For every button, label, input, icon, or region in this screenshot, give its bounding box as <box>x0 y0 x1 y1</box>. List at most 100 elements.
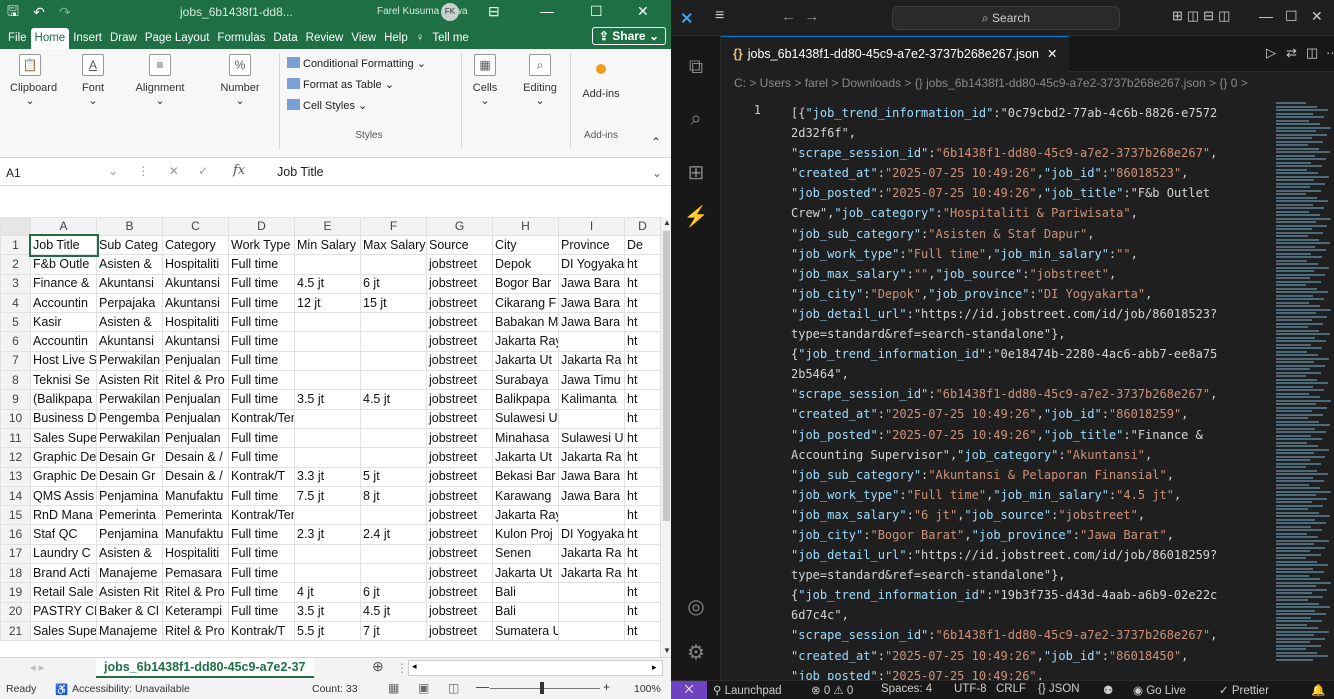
undo-icon[interactable]: ↶ <box>26 4 52 21</box>
code-line[interactable]: "job_work_type":"Full time","job_min_sal… <box>791 485 1276 505</box>
table-cell[interactable]: Full time <box>228 524 295 545</box>
scroll-right-icon[interactable]: ▸ <box>652 662 657 673</box>
editing-group[interactable]: ⌕ Editing ⌄ <box>520 54 560 107</box>
table-cell[interactable] <box>360 370 427 391</box>
table-cell[interactable]: Karawang <box>492 485 559 507</box>
cells-group[interactable]: ▦ Cells ⌄ <box>470 54 500 107</box>
cell-a1[interactable]: Job Title <box>28 233 99 257</box>
table-cell[interactable] <box>360 312 427 333</box>
table-cell[interactable] <box>360 254 427 275</box>
table-cell[interactable]: jobstreet <box>426 273 493 294</box>
table-cell[interactable]: jobstreet <box>426 582 493 603</box>
table-cell[interactable]: Jawa Bara <box>558 273 625 294</box>
table-cell[interactable]: 6 jt <box>360 582 427 603</box>
table-cell[interactable]: Akuntansi <box>96 273 163 294</box>
row-header[interactable]: 13 <box>0 466 31 487</box>
table-cell[interactable] <box>558 505 625 526</box>
table-cell[interactable]: Kontrak/Temporer <box>228 505 295 526</box>
table-cell[interactable] <box>294 408 361 429</box>
table-cell[interactable]: 2.3 jt <box>294 524 361 545</box>
status-problems[interactable]: ⊗ 0 ⚠ 0 <box>811 683 853 697</box>
menu-file[interactable]: File <box>4 28 31 49</box>
table-cell[interactable]: DI Yogyaka <box>558 524 625 545</box>
table-cell[interactable]: Full time <box>228 543 295 565</box>
table-cell[interactable] <box>294 254 361 275</box>
table-cell[interactable]: jobstreet <box>426 427 493 449</box>
status-prettier[interactable]: ✓ Prettier <box>1219 683 1269 697</box>
function-icon[interactable]: fx <box>233 163 245 178</box>
code-line[interactable]: "scrape_session_id":"6b1438f1-dd80-45c9-… <box>791 384 1276 404</box>
zoom-slider[interactable] <box>490 688 600 689</box>
table-cell[interactable]: ht <box>624 408 661 429</box>
table-cell[interactable]: 5 jt <box>360 466 427 487</box>
table-cell[interactable]: Penjualan <box>162 389 229 410</box>
table-cell[interactable]: Full time <box>228 292 295 314</box>
table-cell[interactable] <box>294 447 361 468</box>
table-cell[interactable] <box>360 350 427 372</box>
table-cell[interactable] <box>294 505 361 526</box>
compare-icon[interactable]: ⇄ <box>1286 45 1297 61</box>
table-cell[interactable]: Asisten & <box>96 254 163 275</box>
table-cell[interactable]: Full time <box>228 273 295 294</box>
table-cell[interactable]: City <box>492 234 559 256</box>
run-debug-icon[interactable]: ⚡ <box>683 204 709 230</box>
formula-bar-controls[interactable]: ⌄ ⋮ ✕ ✓ <box>108 164 216 178</box>
column-header[interactable]: G <box>426 217 493 236</box>
row-header[interactable]: 7 <box>0 350 31 372</box>
add-ins-button[interactable]: Add-ins <box>578 54 624 100</box>
table-cell[interactable]: Akuntansi <box>162 273 229 294</box>
more-actions-icon[interactable]: ··· <box>1326 45 1334 60</box>
table-cell[interactable]: Asisten & <box>96 312 163 333</box>
table-cell[interactable]: 8 jt <box>360 485 427 507</box>
table-cell[interactable]: jobstreet <box>426 620 493 642</box>
copilot-icon[interactable]: ⚉ <box>1103 683 1113 697</box>
row-header[interactable]: 12 <box>0 447 31 468</box>
settings-gear-icon[interactable]: ⚙ <box>683 640 709 666</box>
code-line[interactable]: "job_sub_category":"Akuntansi & Pelapora… <box>791 465 1276 485</box>
close-icon[interactable]: ✕ <box>1311 8 1323 25</box>
code-line[interactable]: "job_max_salary":"","job_source":"jobstr… <box>791 264 1276 284</box>
table-cell[interactable]: ht <box>624 312 661 333</box>
table-cell[interactable]: Ritel & Pro <box>162 620 229 642</box>
menu-insert[interactable]: Insert <box>69 28 106 49</box>
normal-view-icon[interactable]: ▦ <box>388 681 399 695</box>
table-cell[interactable]: Jawa Bara <box>558 485 625 507</box>
table-cell[interactable]: Full time <box>228 582 295 603</box>
table-cell[interactable]: Penjamina <box>96 524 163 545</box>
table-cell[interactable]: jobstreet <box>426 312 493 333</box>
explorer-icon[interactable]: ⧉ <box>683 56 709 82</box>
table-cell[interactable]: jobstreet <box>426 466 493 487</box>
code-line[interactable]: "job_posted":"2025-07-25 10:49:26","job_… <box>791 425 1276 445</box>
table-cell[interactable]: Full time <box>228 331 295 352</box>
table-cell[interactable]: Jakarta Ut <box>492 350 559 372</box>
table-cell[interactable]: jobstreet <box>426 408 493 429</box>
table-cell[interactable]: 3.5 jt <box>294 389 361 410</box>
row-header[interactable]: 3 <box>0 273 31 294</box>
table-cell[interactable]: Laundry C <box>30 543 97 565</box>
code-line[interactable]: "job_detail_url":"https://id.jobstreet.c… <box>791 304 1276 324</box>
status-eol[interactable]: CRLF <box>996 683 1026 695</box>
code-line[interactable]: "job_sub_category":"Asisten & Staf Dapur… <box>791 224 1276 244</box>
account-icon[interactable]: ◎ <box>683 594 709 620</box>
table-cell[interactable]: ht <box>624 273 661 294</box>
table-cell[interactable]: Staf QC <box>30 524 97 545</box>
table-cell[interactable]: ht <box>624 485 661 507</box>
table-cell[interactable]: Bekasi Bar <box>492 466 559 487</box>
table-cell[interactable]: Desain & / <box>162 466 229 487</box>
table-cell[interactable]: Penjamina <box>96 485 163 507</box>
code-line[interactable]: "job_posted":"2025-07-25 10:49:26","job_… <box>791 183 1276 203</box>
table-cell[interactable]: 4.5 jt <box>360 389 427 410</box>
menu-icon[interactable]: ≡ <box>715 7 724 25</box>
table-cell[interactable]: Desain & / <box>162 447 229 468</box>
table-cell[interactable] <box>558 582 625 603</box>
sheet-nav-arrows[interactable]: ◂ ▸ <box>30 661 44 674</box>
table-cell[interactable]: Ritel & Pro <box>162 582 229 603</box>
table-cell[interactable]: Pemerinta <box>162 505 229 526</box>
table-cell[interactable]: Manufaktu <box>162 524 229 545</box>
add-sheet-icon[interactable]: ⊕ <box>372 658 384 675</box>
row-header[interactable]: 14 <box>0 485 31 507</box>
table-cell[interactable]: jobstreet <box>426 370 493 391</box>
table-cell[interactable]: Jakarta Ut <box>492 563 559 584</box>
tab-split-handle[interactable]: ⋮ <box>396 661 408 675</box>
table-cell[interactable]: ht <box>624 254 661 275</box>
